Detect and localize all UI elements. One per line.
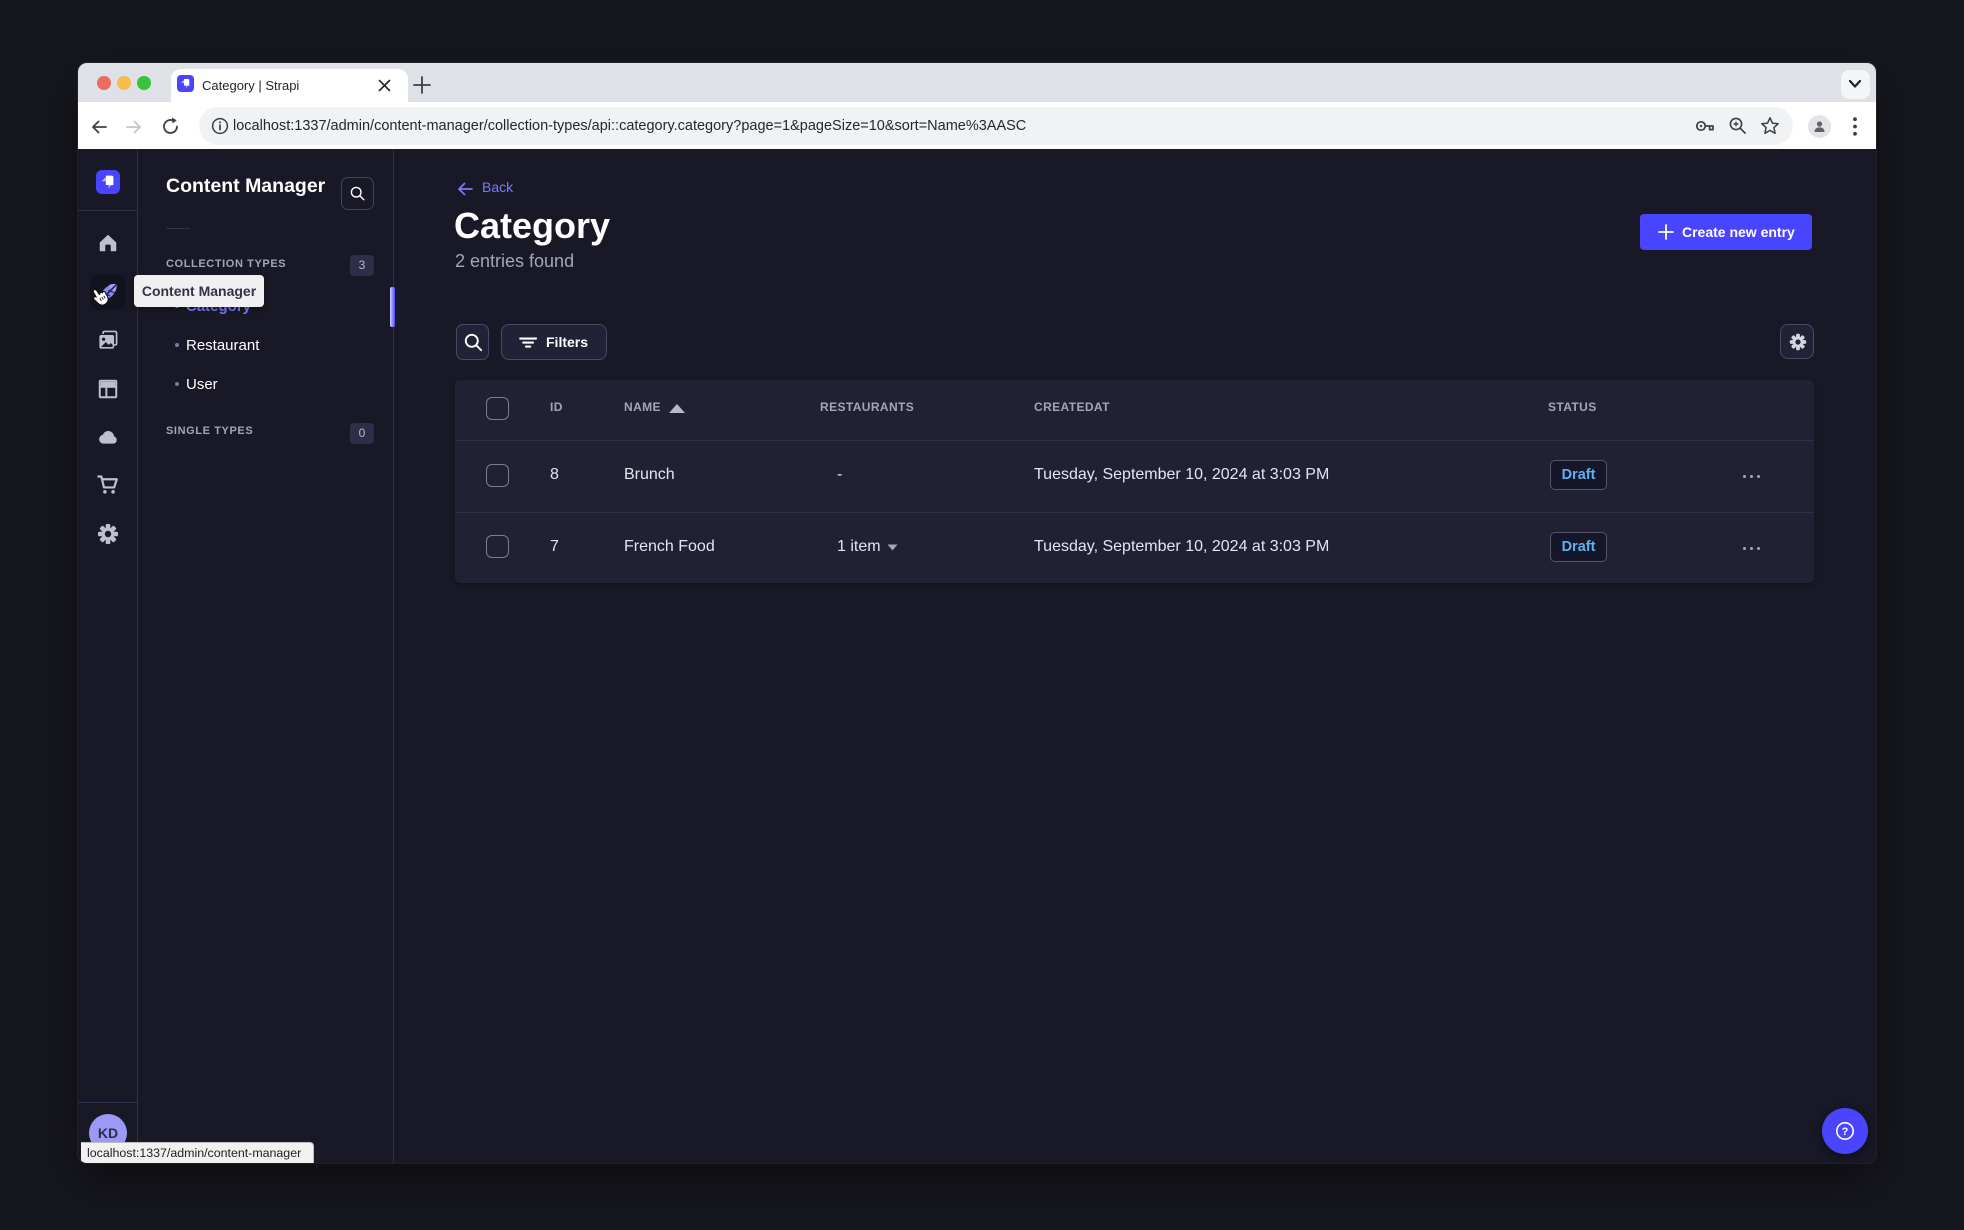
svg-text:?: ?: [1842, 1126, 1849, 1138]
